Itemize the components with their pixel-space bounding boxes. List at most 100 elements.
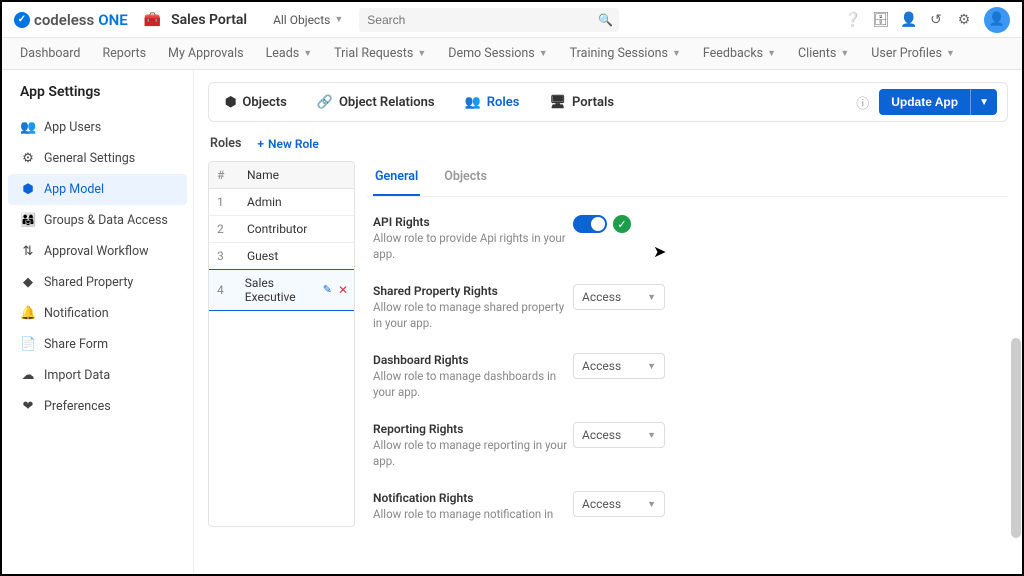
avatar[interactable]: 👤 (984, 7, 1010, 33)
search-input[interactable] (359, 8, 619, 32)
caret-down-icon: ▼ (303, 48, 312, 59)
cube-icon: ⬢ (225, 95, 236, 110)
caret-down-icon: ▼ (647, 361, 656, 372)
brand-prefix: codeless (34, 11, 94, 29)
sidebar-item-import-data[interactable]: ☁Import Data (2, 360, 193, 391)
user-icon[interactable]: 👤 (900, 12, 916, 28)
caret-down-icon: ▼ (946, 48, 955, 59)
tab-roles[interactable]: 👥Roles (459, 91, 526, 114)
brand-suffix: ONE (98, 11, 127, 29)
sidebar-item-groups-data-access[interactable]: 👨‍👩‍👧Groups & Data Access (2, 205, 193, 236)
caret-down-icon: ▼ (767, 48, 776, 59)
right-desc: Allow role to manage notification in you… (373, 507, 573, 527)
update-app-caret[interactable]: ▼ (970, 89, 997, 115)
pref-icon: ❤ (20, 399, 36, 414)
nav-item-my-approvals[interactable]: My Approvals (168, 46, 244, 61)
tab-object-relations[interactable]: 🔗Object Relations (311, 91, 441, 114)
detail-tab-objects[interactable]: Objects (442, 161, 489, 196)
check-icon: ✓ (613, 215, 631, 233)
tab-portals[interactable]: 🖥Portals (543, 91, 620, 114)
navbar: Dashboard Reports My Approvals Leads▼ Trial … (2, 38, 1022, 70)
right-title: Shared Property Rights (373, 284, 573, 298)
tab-objects[interactable]: ⬢Objects (219, 91, 293, 114)
nav-item-clients[interactable]: Clients▼ (798, 46, 849, 61)
breadcrumb-row: Roles +New Role (210, 136, 1006, 151)
history-icon[interactable]: ↺ (928, 12, 944, 28)
access-select[interactable]: Access▼ (573, 422, 665, 448)
topbar-actions: ❔ 🗄 👤 ↺ ⚙ 👤 (844, 7, 1010, 33)
caret-down-icon: ▼ (539, 48, 548, 59)
update-app-button[interactable]: Update App (879, 89, 970, 115)
caret-down-icon: ▼ (647, 430, 656, 441)
object-filter-label: All Objects (273, 13, 330, 27)
role-detail-tabs: General Objects (367, 161, 1008, 197)
caret-down-icon: ▼ (672, 48, 681, 59)
search-wrap: 🔍 (359, 8, 619, 32)
sidebar-item-preferences[interactable]: ❤Preferences (2, 391, 193, 422)
new-role-button[interactable]: +New Role (257, 137, 318, 151)
cube-icon: ⬢ (20, 182, 36, 197)
portals-icon: 🖥 (549, 95, 566, 110)
caret-down-icon: ▼ (647, 499, 656, 510)
table-row[interactable]: 3Guest (209, 243, 354, 270)
relations-icon: 🔗 (317, 95, 333, 110)
rights-list[interactable]: API Rights Allow role to provide Api righ… (367, 197, 1008, 527)
nav-item-trial-requests[interactable]: Trial Requests▼ (334, 46, 426, 61)
sidebar-item-app-model[interactable]: ⬢App Model (8, 174, 187, 205)
nav-item-feedbacks[interactable]: Feedbacks▼ (703, 46, 776, 61)
detail-tab-general[interactable]: General (373, 161, 420, 196)
right-row: Dashboard RightsAllow role to manage das… (373, 345, 1002, 414)
delete-icon[interactable]: ✕ (338, 283, 348, 297)
caret-down-icon: ▼ (647, 292, 656, 303)
right-row: Reporting RightsAllow role to manage rep… (373, 414, 1002, 483)
sidebar-item-approval-workflow[interactable]: ⇅Approval Workflow (2, 236, 193, 267)
help-icon[interactable]: ❔ (844, 12, 860, 28)
roles-table: # Name 1Admin2Contributor3Guest4Sales Ex… (208, 161, 355, 527)
app-name[interactable]: Sales Portal (171, 12, 247, 28)
access-select[interactable]: Access▼ (573, 284, 665, 310)
nav-item-demo-sessions[interactable]: Demo Sessions▼ (448, 46, 547, 61)
object-filter-dropdown[interactable]: All Objects ▼ (267, 13, 349, 27)
app-model-tabs: ⬢Objects 🔗Object Relations 👥Roles 🖥Porta… (208, 82, 1008, 122)
nav-item-user-profiles[interactable]: User Profiles▼ (871, 46, 955, 61)
content: ⬢Objects 🔗Object Relations 👥Roles 🖥Porta… (194, 70, 1022, 574)
access-select[interactable]: Access▼ (573, 353, 665, 379)
brand-logo[interactable]: ✓ codelessONE (14, 11, 128, 29)
toggle-control[interactable]: ✓ (573, 215, 631, 233)
caret-down-icon: ▼ (840, 48, 849, 59)
access-select[interactable]: Access▼ (573, 491, 665, 517)
edit-icon[interactable]: ✎ (323, 283, 332, 297)
form-icon: 📄 (20, 337, 36, 352)
settings-icon[interactable]: ⚙ (956, 12, 972, 28)
nav-item-reports[interactable]: Reports (102, 46, 146, 61)
info-icon[interactable]: ⓘ (856, 93, 869, 112)
sidebar-item-general-settings[interactable]: ⚙General Settings (2, 143, 193, 174)
app-icon: 🧰 (144, 12, 161, 28)
caret-down-icon: ▼ (334, 14, 343, 25)
right-row: Shared Property Rights Allow role to mana… (373, 276, 1002, 345)
nav-item-leads[interactable]: Leads▼ (266, 46, 313, 61)
nav-item-training-sessions[interactable]: Training Sessions▼ (570, 46, 681, 61)
right-title: API Rights (373, 215, 573, 229)
right-desc: Allow role to provide Api rights in your… (373, 231, 573, 262)
toggle-icon (573, 215, 607, 233)
sidebar-title: App Settings (2, 84, 193, 112)
sidebar-item-share-form[interactable]: 📄Share Form (2, 329, 193, 360)
right-title: Notification Rights (373, 491, 573, 505)
gear-icon: ⚙ (20, 151, 36, 166)
users-icon: 👥 (20, 120, 36, 135)
sidebar-item-notification[interactable]: 🔔Notification (2, 298, 193, 329)
sidebar-item-shared-property[interactable]: ◆Shared Property (2, 267, 193, 298)
nav-item-dashboard[interactable]: Dashboard (20, 46, 80, 61)
roles-icon: 👥 (465, 95, 481, 110)
search-icon[interactable]: 🔍 (598, 13, 613, 27)
right-desc: Allow role to manage shared property in … (373, 300, 573, 331)
table-row[interactable]: 1Admin (209, 189, 354, 216)
role-detail: General Objects API Rights Allow role to … (367, 161, 1008, 527)
table-row[interactable]: 4Sales Executive✎✕ (208, 269, 355, 311)
database-icon[interactable]: 🗄 (872, 12, 888, 28)
scrollbar[interactable] (1011, 338, 1021, 538)
table-row[interactable]: 2Contributor (209, 216, 354, 243)
sidebar-item-app-users[interactable]: 👥App Users (2, 112, 193, 143)
right-title: Reporting Rights (373, 422, 573, 436)
